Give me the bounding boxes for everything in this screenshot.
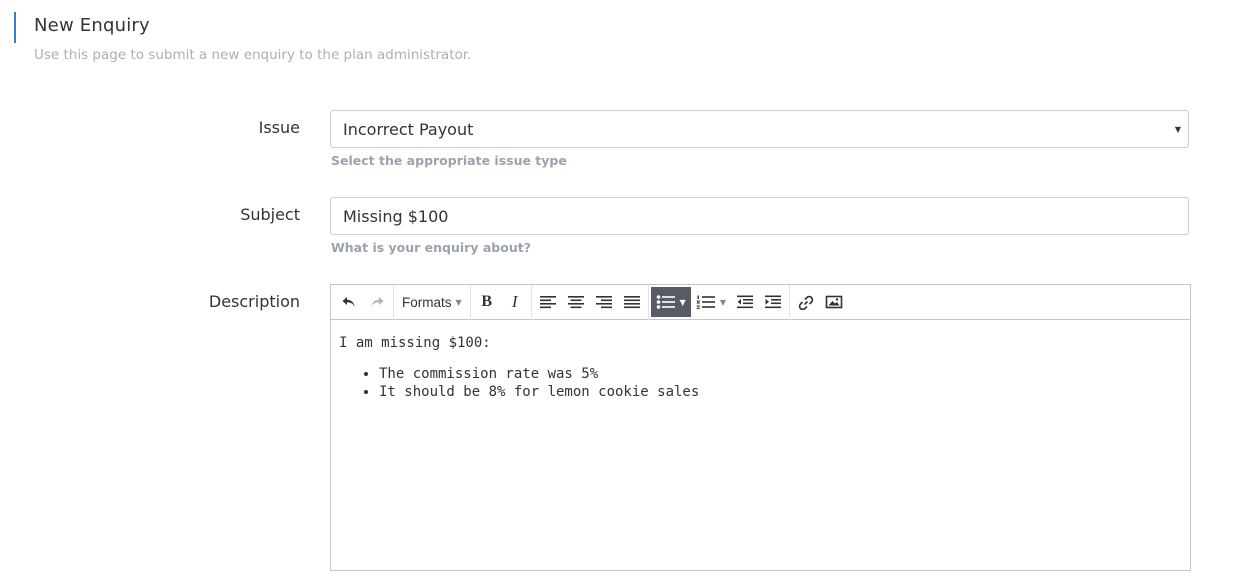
list-item: It should be 8% for lemon cookie sales [379, 383, 1182, 401]
align-left-icon [539, 296, 556, 309]
italic-icon: I [511, 292, 518, 311]
insert-group [790, 285, 850, 320]
bullet-list-icon [656, 295, 675, 309]
history-group [333, 284, 394, 320]
bold-button[interactable]: B [473, 288, 501, 316]
align-center-button[interactable] [562, 288, 590, 316]
bold-icon: B [481, 293, 492, 310]
insert-image-button[interactable] [820, 288, 848, 316]
formats-dropdown[interactable]: Formats ▼ [396, 288, 468, 316]
align-justify-icon [623, 296, 640, 309]
numbered-list-button[interactable]: ▼ [691, 288, 731, 316]
description-label: Description [208, 292, 300, 311]
undo-button[interactable] [335, 288, 363, 316]
issue-label: Issue [258, 118, 300, 137]
issue-select[interactable]: Incorrect Payout ▼ [330, 110, 1189, 148]
caret-down-icon: ▼ [1174, 125, 1181, 134]
subject-label: Subject [240, 205, 300, 224]
page-title: New Enquiry [34, 15, 150, 36]
formats-label: Formats [402, 294, 452, 310]
align-center-icon [567, 296, 584, 309]
align-right-button[interactable] [590, 288, 618, 316]
caret-down-icon: ▼ [719, 297, 726, 307]
indent-button[interactable] [759, 288, 787, 316]
formats-group: Formats ▼ [394, 284, 471, 320]
text-style-group: B I [471, 284, 532, 320]
outdent-button[interactable] [731, 288, 759, 316]
page-header: New Enquiry [14, 12, 150, 43]
align-justify-button[interactable] [618, 288, 646, 316]
italic-button[interactable]: I [501, 288, 529, 316]
editor-toolbar: Formats ▼ B I ▼ ▼ [331, 284, 1190, 320]
list-group: ▼ ▼ [649, 284, 790, 320]
bullet-list-button[interactable]: ▼ [650, 287, 691, 317]
redo-icon [371, 297, 384, 307]
redo-button[interactable] [363, 288, 391, 316]
undo-icon [342, 297, 355, 307]
align-right-icon [595, 296, 612, 309]
issue-select-value: Incorrect Payout [343, 119, 474, 139]
page-subtitle: Use this page to submit a new enquiry to… [34, 47, 472, 63]
caret-down-icon: ▼ [679, 297, 686, 307]
subject-help-text: What is your enquiry about? [331, 240, 531, 255]
editor-content-area[interactable]: I am missing $100: The commission rate w… [331, 320, 1190, 415]
insert-link-button[interactable] [792, 288, 820, 316]
numbered-list-icon [696, 295, 715, 309]
align-left-button[interactable] [534, 288, 562, 316]
list-item: The commission rate was 5% [379, 365, 1182, 383]
indent-icon [764, 295, 781, 309]
content-bullet-list: The commission rate was 5% It should be … [339, 365, 1182, 401]
caret-down-icon: ▼ [455, 297, 462, 307]
image-icon [825, 295, 843, 309]
link-icon [798, 295, 814, 310]
subject-input[interactable] [330, 197, 1189, 235]
alignment-group [532, 284, 649, 320]
outdent-icon [736, 295, 753, 309]
content-paragraph: I am missing $100: [339, 335, 491, 351]
description-editor: Formats ▼ B I ▼ ▼ I am missing $100: • T… [330, 284, 1191, 571]
issue-help-text: Select the appropriate issue type [331, 153, 567, 168]
